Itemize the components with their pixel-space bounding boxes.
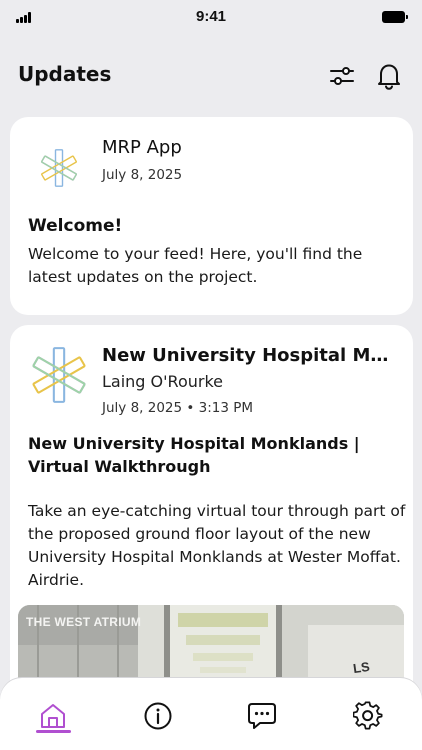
post-author: MRP App bbox=[102, 137, 182, 158]
notifications-button[interactable] bbox=[374, 61, 404, 91]
mrp-logo-icon bbox=[41, 149, 77, 187]
tab-bar bbox=[0, 678, 422, 750]
status-bar: 9:41 bbox=[0, 0, 422, 34]
post-author: New University Hospital Monklands bbox=[102, 345, 394, 366]
battery-icon bbox=[382, 11, 408, 23]
info-icon bbox=[144, 702, 172, 730]
status-time: 9:41 bbox=[195, 8, 227, 25]
feed-card[interactable]: New University Hospital Monklands Laing … bbox=[10, 325, 413, 725]
chat-icon bbox=[248, 703, 276, 729]
mrp-logo-icon bbox=[32, 347, 86, 403]
gear-icon bbox=[353, 701, 383, 730]
active-tab-indicator bbox=[36, 730, 71, 733]
post-date: July 8, 2025 • 3:13 PM bbox=[102, 400, 254, 416]
post-title: New University Hospital Monklands | Virt… bbox=[28, 434, 360, 476]
tab-messages[interactable] bbox=[242, 696, 282, 736]
post-date: July 8, 2025 bbox=[102, 167, 183, 183]
video-caption: THE WEST ATRIUM bbox=[26, 615, 142, 629]
post-title: Welcome! bbox=[28, 216, 123, 236]
filter-button[interactable] bbox=[327, 61, 357, 91]
post-body: Welcome to your feed! Here, you'll find … bbox=[28, 245, 363, 286]
tab-info[interactable] bbox=[138, 696, 178, 736]
signage-text: LS bbox=[352, 658, 371, 677]
page-title: Updates bbox=[18, 62, 112, 86]
post-body: Take an eye-catching virtual tour throug… bbox=[28, 502, 406, 589]
feed-card[interactable]: MRP App July 8, 2025 Welcome! Welcome to… bbox=[10, 117, 413, 315]
home-icon bbox=[41, 704, 65, 728]
sliders-icon bbox=[330, 67, 354, 85]
bell-icon bbox=[378, 64, 400, 90]
post-organisation: Laing O'Rourke bbox=[102, 372, 223, 391]
tab-settings[interactable] bbox=[348, 696, 388, 736]
